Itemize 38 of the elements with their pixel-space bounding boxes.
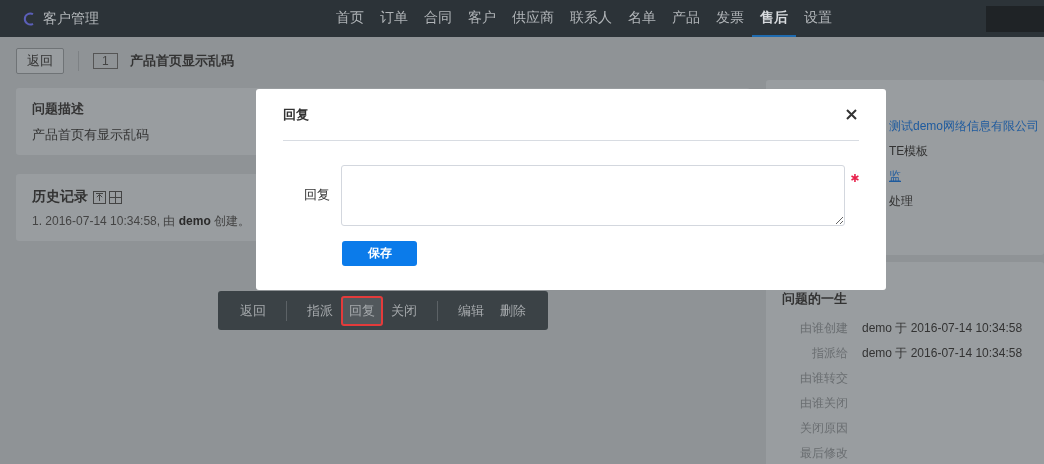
section-title: 历史记录: [32, 188, 88, 206]
section-title: 问题描述: [32, 100, 84, 118]
save-button[interactable]: 保存: [342, 241, 417, 266]
nav-tab[interactable]: 产品: [664, 0, 708, 37]
arrow-up-icon[interactable]: [93, 190, 106, 204]
nav-tab[interactable]: 订单: [372, 0, 416, 37]
nav-tab[interactable]: 售后: [752, 0, 796, 37]
info-value: 处理: [889, 193, 913, 210]
app-title: 客户管理: [43, 9, 99, 28]
nav-tab[interactable]: 设置: [796, 0, 840, 37]
id-label: 1: [93, 52, 118, 69]
nav-tab[interactable]: 发票: [708, 0, 752, 37]
section-title: 问题的一生: [782, 290, 847, 308]
logo-icon: [23, 11, 35, 26]
toolbar-button[interactable]: 回复: [341, 295, 383, 326]
field-value: demo 于 2016-07-14 10:34:58: [862, 345, 1024, 361]
toolbar-button[interactable]: 关闭: [383, 295, 425, 326]
dialog-title: 回复: [283, 105, 309, 124]
field-value: demo 于 2016-07-14 10:34:58: [862, 320, 1024, 336]
info-value: TE模板: [889, 143, 929, 160]
history-entry: 1. 2016-07-14 10:34:58, 由 demo 创建。: [32, 213, 251, 230]
description-text: 产品首页有显示乱码: [32, 126, 150, 144]
nav-tab[interactable]: 联系人: [562, 0, 620, 37]
nav-tab[interactable]: 客户: [460, 0, 504, 37]
grid-icon[interactable]: [109, 190, 122, 204]
reply-field[interactable]: [341, 165, 846, 226]
toolbar-button[interactable]: 返回: [232, 295, 274, 326]
nav-tab[interactable]: 合同: [416, 0, 460, 37]
page-title: 产品首页显示乱码: [129, 51, 234, 70]
nav-tab[interactable]: 首页: [328, 0, 372, 37]
close-icon[interactable]: [846, 109, 857, 120]
back-button[interactable]: 返回: [16, 47, 64, 74]
nav-tab[interactable]: 供应商: [504, 0, 562, 37]
toolbar-button[interactable]: 编辑: [450, 295, 492, 326]
toolbar-button[interactable]: 删除: [492, 295, 534, 326]
field-label: 回复: [303, 187, 331, 204]
toolbar-button[interactable]: 指派: [299, 295, 341, 326]
nav-tab[interactable]: 名单: [620, 0, 664, 37]
